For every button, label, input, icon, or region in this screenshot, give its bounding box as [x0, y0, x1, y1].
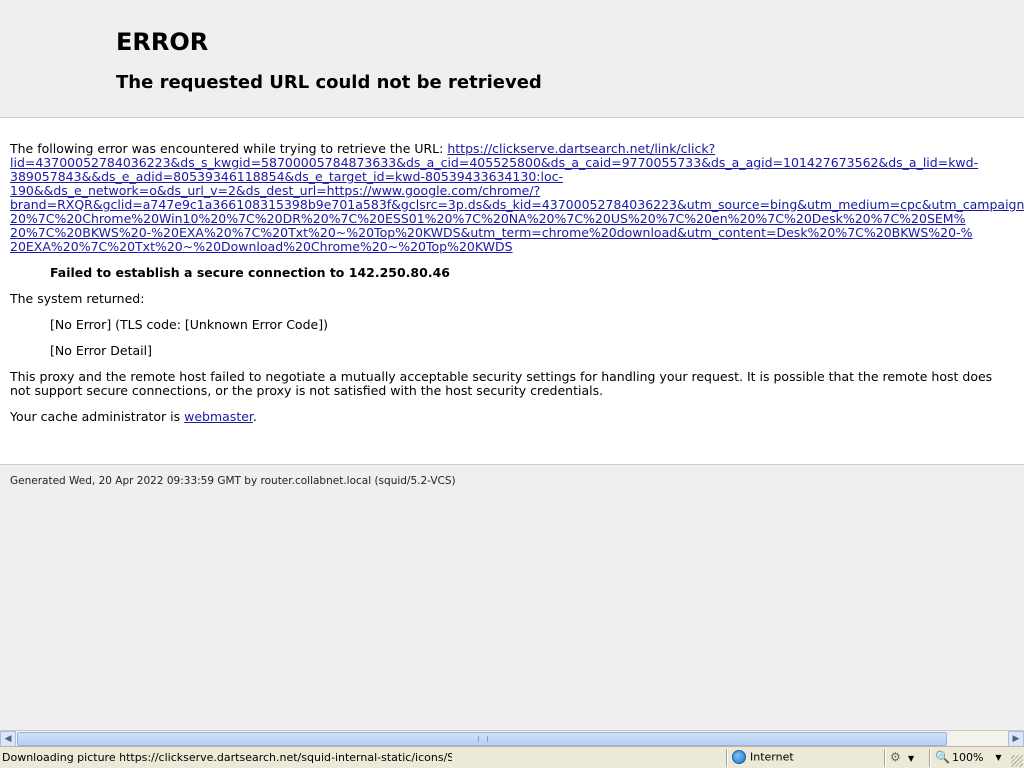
url-intro: The following error was encountered whil… — [10, 141, 448, 156]
browser-viewport: ERROR The requested URL could not be ret… — [0, 0, 1024, 730]
requested-url-link[interactable]: https://clickserve.dartsearch.net/link/c… — [10, 141, 1024, 254]
globe-icon — [732, 750, 746, 764]
scrollbar-thumb[interactable] — [17, 732, 947, 746]
protected-mode-icon: ⚙ — [890, 750, 901, 764]
error-title: ERROR — [116, 28, 209, 56]
url-line: 389057843&&ds_e_adid=80539346118854&ds_e… — [10, 169, 564, 184]
status-divider — [929, 749, 931, 767]
admin-line: Your cache administrator is webmaster. — [10, 410, 1014, 424]
url-line: 20EXA%20%7C%20Txt%20~%20Download%20Chrom… — [10, 239, 513, 254]
system-returned-label: The system returned: — [10, 291, 145, 306]
resize-grip[interactable] — [1011, 755, 1023, 767]
url-line: lid=43700052784036223&ds_s_kwgid=5870000… — [10, 155, 979, 170]
url-paragraph: The following error was encountered whil… — [10, 141, 1024, 254]
system-error-detail: [No Error Detail] — [50, 343, 152, 358]
admin-suffix: . — [252, 409, 257, 424]
url-line: https://clickserve.dartsearch.net/link/c… — [447, 141, 716, 156]
status-text: Downloading picture https://clickserve.d… — [2, 751, 452, 764]
url-line: 190&&ds_e_network=o&ds_url_v=2&ds_dest_u… — [10, 183, 541, 198]
webmaster-link[interactable]: webmaster — [184, 409, 253, 424]
url-line: brand=RXQR&gclid=a747e9c1a366108315398b9… — [10, 197, 1024, 212]
arrow-left-icon: ◀ — [4, 734, 12, 744]
status-bar: Downloading picture https://clickserve.d… — [0, 746, 1024, 768]
scrollbar-grip — [478, 736, 488, 742]
error-header: ERROR The requested URL could not be ret… — [0, 0, 1024, 118]
error-summary: Failed to establish a secure connection … — [50, 265, 450, 280]
chevron-down-icon: ▼ — [908, 753, 915, 763]
status-divider — [726, 749, 728, 767]
url-line: 20%7C%20BKWS%20-%20EXA%20%7C%20Txt%20~%2… — [10, 225, 973, 240]
generated-footer: Generated Wed, 20 Apr 2022 09:33:59 GMT … — [0, 465, 1024, 497]
magnifier-icon: 🔍 — [935, 750, 950, 764]
zone-label: Internet — [750, 750, 794, 764]
scroll-left-button[interactable]: ◀ — [0, 731, 16, 747]
horizontal-scrollbar[interactable]: ◀ ▶ — [0, 730, 1024, 747]
chevron-down-icon: ▼ — [995, 752, 1002, 762]
error-explanation: This proxy and the remote host failed to… — [10, 369, 993, 398]
arrow-right-icon: ▶ — [1012, 734, 1020, 744]
error-subtitle: The requested URL could not be retrieved — [116, 72, 542, 93]
error-content: The following error was encountered whil… — [0, 118, 1024, 465]
admin-prefix: Your cache administrator is — [10, 409, 185, 424]
zoom-dropdown[interactable]: 🔍 100% ▼ — [935, 750, 1002, 764]
security-zone[interactable]: Internet — [732, 750, 794, 766]
status-divider — [884, 749, 886, 767]
system-error: [No Error] (TLS code: [Unknown Error Cod… — [50, 317, 328, 332]
url-line: 20%7C%20Chrome%20Win10%20%7C%20DR%20%7C%… — [10, 211, 966, 226]
zoom-level: 100% — [951, 750, 984, 764]
protected-mode-dropdown[interactable]: ⚙ ▼ — [890, 750, 914, 764]
scroll-right-button[interactable]: ▶ — [1008, 731, 1024, 747]
